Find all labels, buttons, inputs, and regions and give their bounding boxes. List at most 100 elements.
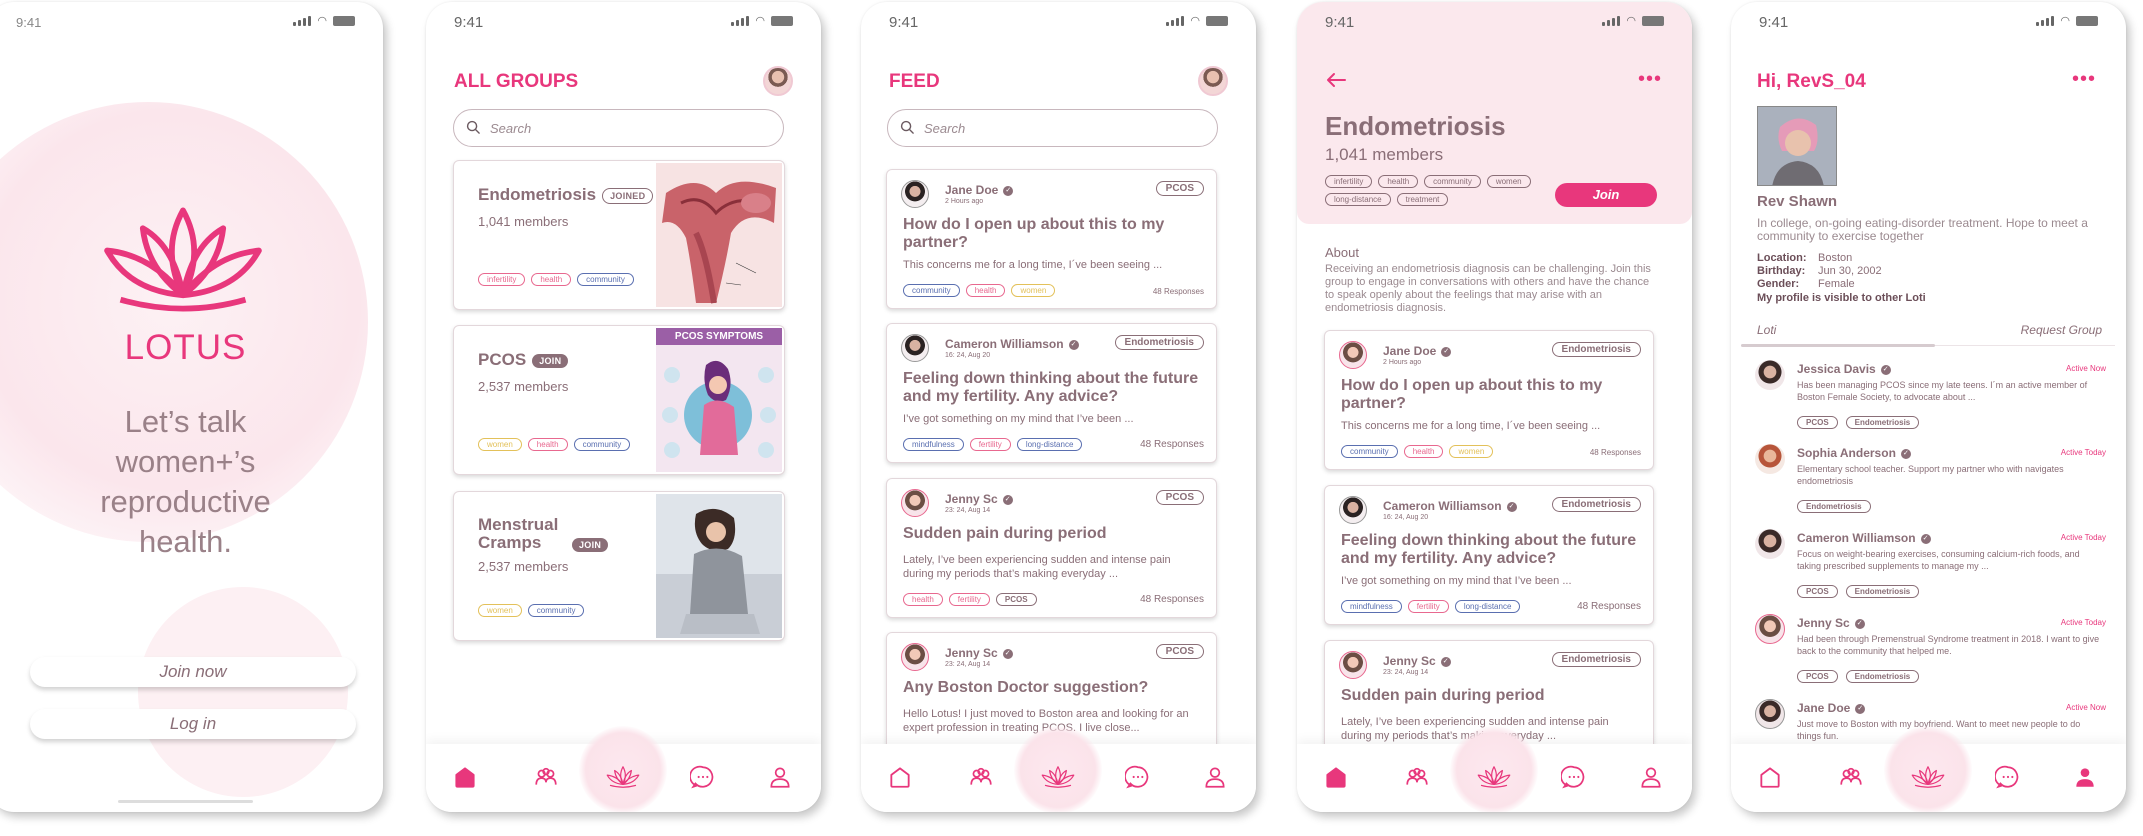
responses-count[interactable]: 48 Responses: [1140, 439, 1204, 450]
member-name[interactable]: Jessica Davis ✓: [1797, 362, 1891, 376]
responses-count[interactable]: 48 Responses: [1153, 287, 1204, 296]
tag[interactable]: women: [478, 604, 522, 617]
join-button[interactable]: Join: [1555, 183, 1657, 207]
tag[interactable]: Endometriosis: [1845, 585, 1920, 598]
author-avatar[interactable]: [1339, 651, 1367, 679]
user-avatar[interactable]: [763, 66, 793, 96]
member-name[interactable]: Jenny Sc ✓: [1797, 616, 1865, 630]
group-badge[interactable]: Endometriosis: [1551, 652, 1641, 667]
responses-count[interactable]: 48 Responses: [1590, 448, 1641, 457]
tag[interactable]: PCOS: [1797, 670, 1838, 683]
join-badge[interactable]: JOIN: [532, 353, 569, 368]
group-card-menstrual-cramps[interactable]: Menstrual Cramps JOIN 2,537 members wome…: [453, 491, 785, 641]
member-row[interactable]: Cameron Williamson ✓ Active Today Focus o…: [1755, 529, 2106, 607]
lotus-icon[interactable]: [1908, 764, 1948, 790]
author-name[interactable]: Jane Doe ✓: [945, 183, 1014, 197]
more-options-icon[interactable]: •••: [2072, 68, 2096, 91]
tag[interactable]: Endometriosis: [1797, 500, 1871, 513]
tag[interactable]: community: [1341, 445, 1398, 458]
author-avatar[interactable]: [901, 334, 929, 362]
tag[interactable]: fertility: [1407, 600, 1449, 613]
author-name[interactable]: Jane Doe ✓: [1383, 344, 1452, 358]
group-card-pcos[interactable]: PCOS JOIN 2,537 members women health commun…: [453, 325, 785, 475]
tag[interactable]: women: [478, 438, 522, 451]
lotus-icon[interactable]: [603, 764, 643, 790]
tag[interactable]: community: [903, 284, 960, 297]
tag[interactable]: women: [1449, 445, 1494, 458]
home-icon[interactable]: [1323, 764, 1349, 790]
search-input[interactable]: Search: [887, 109, 1218, 147]
user-avatar[interactable]: [1198, 66, 1228, 96]
groups-icon[interactable]: [533, 764, 559, 790]
lotus-icon[interactable]: [1474, 764, 1514, 790]
tag[interactable]: women: [1011, 284, 1056, 297]
author-name[interactable]: Jenny Sc ✓: [945, 646, 1013, 660]
author-name[interactable]: Jenny Sc ✓: [1383, 654, 1451, 668]
group-badge[interactable]: PCOS: [1155, 490, 1204, 505]
tag[interactable]: Endometriosis: [1845, 416, 1920, 429]
member-row[interactable]: Sophia Anderson ✓ Active Today Elementary…: [1755, 444, 2106, 522]
group-badge[interactable]: PCOS: [1155, 644, 1204, 659]
post-card[interactable]: Cameron Williamson ✓ 16: 24, Aug 20 Endom…: [886, 323, 1217, 463]
tab-loti[interactable]: Loti: [1757, 323, 1776, 337]
group-badge[interactable]: PCOS: [1155, 181, 1204, 196]
tag[interactable]: PCOS: [1797, 416, 1838, 429]
member-avatar[interactable]: [1755, 699, 1785, 729]
member-avatar[interactable]: [1755, 529, 1785, 559]
group-badge[interactable]: Endometriosis: [1551, 342, 1641, 357]
join-badge[interactable]: JOIN: [572, 538, 609, 552]
tag[interactable]: health: [531, 273, 572, 286]
member-avatar[interactable]: [1755, 614, 1785, 644]
tag[interactable]: community: [573, 438, 631, 451]
back-arrow-icon[interactable]: [1325, 72, 1347, 88]
group-card-endometriosis[interactable]: Endometriosis JOINED 1,041 members infert…: [453, 160, 785, 310]
tag[interactable]: mindfulness: [903, 438, 964, 451]
tag[interactable]: infertility: [478, 273, 526, 286]
group-badge[interactable]: Endometriosis: [1551, 497, 1641, 512]
tag[interactable]: infertility: [1325, 175, 1373, 188]
author-avatar[interactable]: [1339, 496, 1367, 524]
tag[interactable]: mindfulness: [1341, 600, 1402, 613]
chat-icon[interactable]: [1995, 764, 2021, 790]
author-avatar[interactable]: [1339, 341, 1367, 369]
tag[interactable]: health: [1378, 175, 1419, 188]
tag[interactable]: treatment: [1396, 193, 1449, 206]
tag[interactable]: health: [527, 438, 568, 451]
member-name[interactable]: Jane Doe ✓: [1797, 701, 1866, 715]
profile-photo[interactable]: [1757, 106, 1837, 186]
author-avatar[interactable]: [901, 180, 929, 208]
join-now-button[interactable]: Join now: [30, 657, 356, 687]
author-avatar[interactable]: [901, 489, 929, 517]
tag[interactable]: fertility: [948, 593, 990, 606]
groups-icon[interactable]: [1404, 764, 1430, 790]
member-name[interactable]: Sophia Anderson ✓: [1797, 446, 1911, 460]
author-name[interactable]: Cameron Williamson ✓: [945, 337, 1079, 351]
author-name[interactable]: Jenny Sc ✓: [945, 492, 1013, 506]
log-in-button[interactable]: Log in: [30, 709, 356, 739]
group-badge[interactable]: Endometriosis: [1114, 335, 1204, 350]
chat-icon[interactable]: [690, 764, 716, 790]
tag[interactable]: health: [903, 593, 943, 606]
tag[interactable]: Endometriosis: [1845, 670, 1920, 683]
groups-icon[interactable]: [1838, 764, 1864, 790]
tag[interactable]: long-distance: [1454, 600, 1521, 613]
home-icon[interactable]: [452, 764, 478, 790]
home-icon[interactable]: [1757, 764, 1783, 790]
responses-count[interactable]: 48 Responses: [1577, 601, 1641, 612]
tag[interactable]: PCOS: [1797, 585, 1838, 598]
profile-icon[interactable]: [2072, 764, 2098, 790]
lotus-icon[interactable]: [1038, 764, 1078, 790]
tag[interactable]: health: [965, 284, 1006, 297]
author-name[interactable]: Cameron Williamson ✓: [1383, 499, 1517, 513]
home-icon[interactable]: [887, 764, 913, 790]
tag[interactable]: health: [1403, 445, 1444, 458]
chat-icon[interactable]: [1561, 764, 1587, 790]
tag[interactable]: women: [1486, 175, 1531, 188]
tag[interactable]: fertility: [969, 438, 1011, 451]
tag[interactable]: community: [1424, 175, 1481, 188]
tag[interactable]: long-distance: [1016, 438, 1083, 451]
profile-icon[interactable]: [1202, 764, 1228, 790]
responses-count[interactable]: 48 Responses: [1140, 594, 1204, 605]
profile-icon[interactable]: [1638, 764, 1664, 790]
tab-request-group[interactable]: Request Group: [2021, 323, 2102, 337]
